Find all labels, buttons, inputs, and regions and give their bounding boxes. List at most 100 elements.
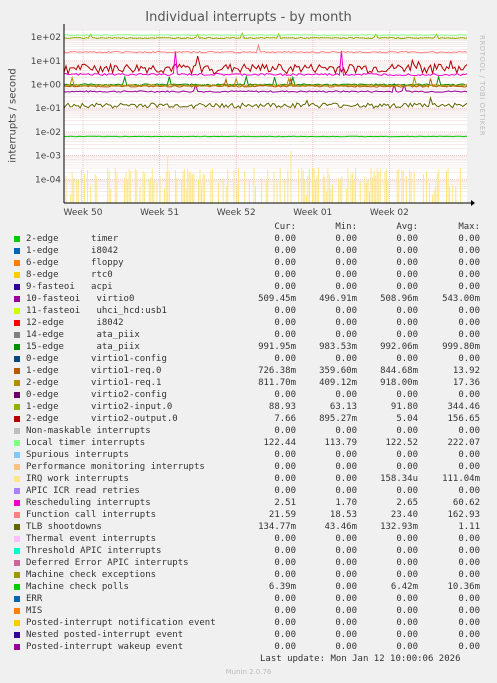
legend-row: 11-fasteoi uhci_hcd:usb1 0.00 0.00 0.00 0.00	[10, 305, 490, 317]
legend-cur: 811.70m	[258, 378, 296, 388]
legend-row: 6-edge floppy 0.00 0.00 0.00 0.00	[10, 257, 490, 269]
legend-avg: 0.00	[396, 594, 418, 604]
legend-label: 9-fasteoi acpi	[26, 282, 113, 292]
legend-swatch	[14, 560, 20, 566]
legend-min: 63.13	[329, 402, 357, 412]
legend-label: Machine check exceptions	[26, 570, 157, 580]
legend-avg: 0.00	[396, 246, 418, 256]
legend-swatch	[14, 368, 20, 374]
legend-avg: 6.42m	[390, 582, 418, 592]
legend-swatch	[14, 524, 20, 530]
legend-swatch	[14, 284, 20, 290]
legend-row: APIC ICR read retries 0.00 0.00 0.00 0.00	[10, 485, 490, 497]
legend-max: 0.00	[458, 594, 480, 604]
legend-max: 156.65	[447, 414, 480, 424]
legend-max: 0.00	[458, 282, 480, 292]
legend-max: 60.62	[452, 498, 480, 508]
legend-min: 0.00	[335, 582, 357, 592]
legend-cur: 726.38m	[258, 366, 296, 376]
series-line	[63, 135, 468, 138]
legend-cur: 0.00	[274, 606, 296, 616]
legend-max: 111.04m	[442, 474, 480, 484]
legend-swatch	[14, 236, 20, 242]
legend-swatch	[14, 356, 20, 362]
legend-cur: 122.44	[263, 438, 296, 448]
legend-min: 0.00	[335, 306, 357, 316]
legend-min: 0.00	[335, 426, 357, 436]
legend-cur: 0.00	[274, 462, 296, 472]
legend-avg: 0.00	[396, 450, 418, 460]
legend-cur: 6.39m	[268, 582, 296, 592]
legend-max: 17.36	[452, 378, 480, 388]
legend-avg: 0.00	[396, 258, 418, 268]
legend-cur: 0.00	[274, 426, 296, 436]
legend-min: 0.00	[335, 462, 357, 472]
legend-row: MIS 0.00 0.00 0.00 0.00	[10, 605, 490, 617]
legend-min: 0.00	[335, 486, 357, 496]
legend-row: 14-edge ata_piix 0.00 0.00 0.00 0.00	[10, 329, 490, 341]
legend-swatch	[14, 416, 20, 422]
legend-min: 0.00	[335, 318, 357, 328]
legend-min: 0.00	[335, 450, 357, 460]
legend-min: 0.00	[335, 570, 357, 580]
legend-max: 543.00m	[442, 294, 480, 304]
legend-min: 0.00	[335, 618, 357, 628]
legend-row: 2-edge virtio1-req.1 811.70m 409.12m 918.00…	[10, 377, 490, 389]
legend-swatch	[14, 260, 20, 266]
legend-avg: 0.00	[396, 390, 418, 400]
legend-swatch	[14, 392, 20, 398]
legend-row: IRQ work interrupts 0.00 0.00 158.34u 111.04…	[10, 473, 490, 485]
legend-max: 0.00	[458, 318, 480, 328]
legend-min: 0.00	[335, 330, 357, 340]
legend-cur: 0.00	[274, 318, 296, 328]
x-tick-label: Week 01	[293, 208, 332, 218]
legend-row: Non-maskable interrupts 0.00 0.00 0.00 0.00	[10, 425, 490, 437]
legend-min: 43.46m	[324, 522, 357, 532]
legend-cur: 7.66	[274, 414, 296, 424]
legend-label: Spurious interrupts	[26, 450, 129, 460]
x-tick-label: Week 52	[217, 208, 256, 218]
legend-swatch	[14, 404, 20, 410]
legend-row: TLB shootdowns 134.77m 43.46m 132.93m 1.11	[10, 521, 490, 533]
legend-min: 113.79	[324, 438, 357, 448]
legend-row: Nested posted-interrupt event 0.00 0.00 0.0…	[10, 629, 490, 641]
legend-row: 9-fasteoi acpi 0.00 0.00 0.00 0.00	[10, 281, 490, 293]
legend-row: Posted-interrupt wakeup event 0.00 0.00 0.0…	[10, 641, 490, 653]
legend-label: 6-edge floppy	[26, 258, 124, 268]
legend-swatch	[14, 332, 20, 338]
legend-label: 1-edge virtio2-input.0	[26, 402, 173, 412]
legend-cur: 0.00	[274, 270, 296, 280]
legend-label: 2-edge timer	[26, 234, 119, 244]
legend-label: Nested posted-interrupt event	[26, 630, 184, 640]
legend: Cur: Min: Avg: Max: 2-edge timer 0.00 0.00…	[10, 221, 490, 653]
header-max: Max:	[458, 222, 480, 232]
legend-max: 0.00	[458, 270, 480, 280]
legend-avg: 0.00	[396, 306, 418, 316]
legend-avg: 122.52	[385, 438, 418, 448]
legend-max: 162.93	[447, 510, 480, 520]
legend-label: Thermal event interrupts	[26, 534, 157, 544]
legend-min: 0.00	[335, 282, 357, 292]
legend-avg: 0.00	[396, 486, 418, 496]
legend-max: 0.00	[458, 306, 480, 316]
legend-min: 1.70	[335, 498, 357, 508]
legend-row: 1-edge virtio1-req.0 726.38m 359.60m 844.68…	[10, 365, 490, 377]
legend-min: 496.91m	[319, 294, 357, 304]
last-update: Last update: Mon Jan 12 10:00:06 2026	[260, 654, 461, 664]
legend-avg: 0.00	[396, 630, 418, 640]
legend-avg: 508.96m	[380, 294, 418, 304]
legend-avg: 91.80	[390, 402, 418, 412]
legend-max: 0.00	[458, 330, 480, 340]
legend-row: 2-edge timer 0.00 0.00 0.00 0.00	[10, 233, 490, 245]
legend-max: 0.00	[458, 234, 480, 244]
x-axis-arrow	[471, 200, 475, 206]
legend-swatch	[14, 296, 20, 302]
legend-avg: 23.40	[390, 510, 418, 520]
legend-avg: 0.00	[396, 606, 418, 616]
legend-swatch	[14, 464, 20, 470]
legend-min: 0.00	[335, 630, 357, 640]
y-tick-label: 1e+00	[31, 81, 62, 91]
legend-swatch	[14, 644, 20, 650]
legend-max: 0.00	[458, 546, 480, 556]
legend-max: 0.00	[458, 606, 480, 616]
